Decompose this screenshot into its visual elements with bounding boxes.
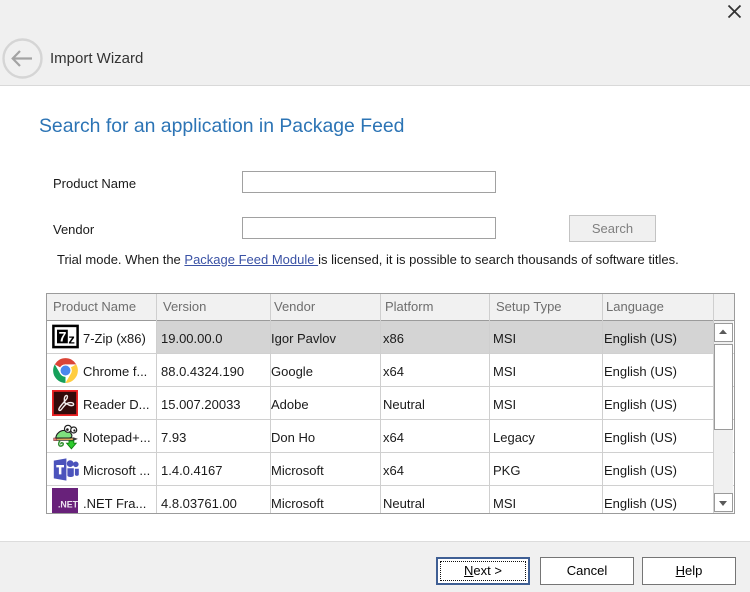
svg-text:z: z — [68, 331, 75, 346]
svg-text:7: 7 — [59, 329, 67, 345]
svg-text:.NET: .NET — [58, 500, 78, 510]
